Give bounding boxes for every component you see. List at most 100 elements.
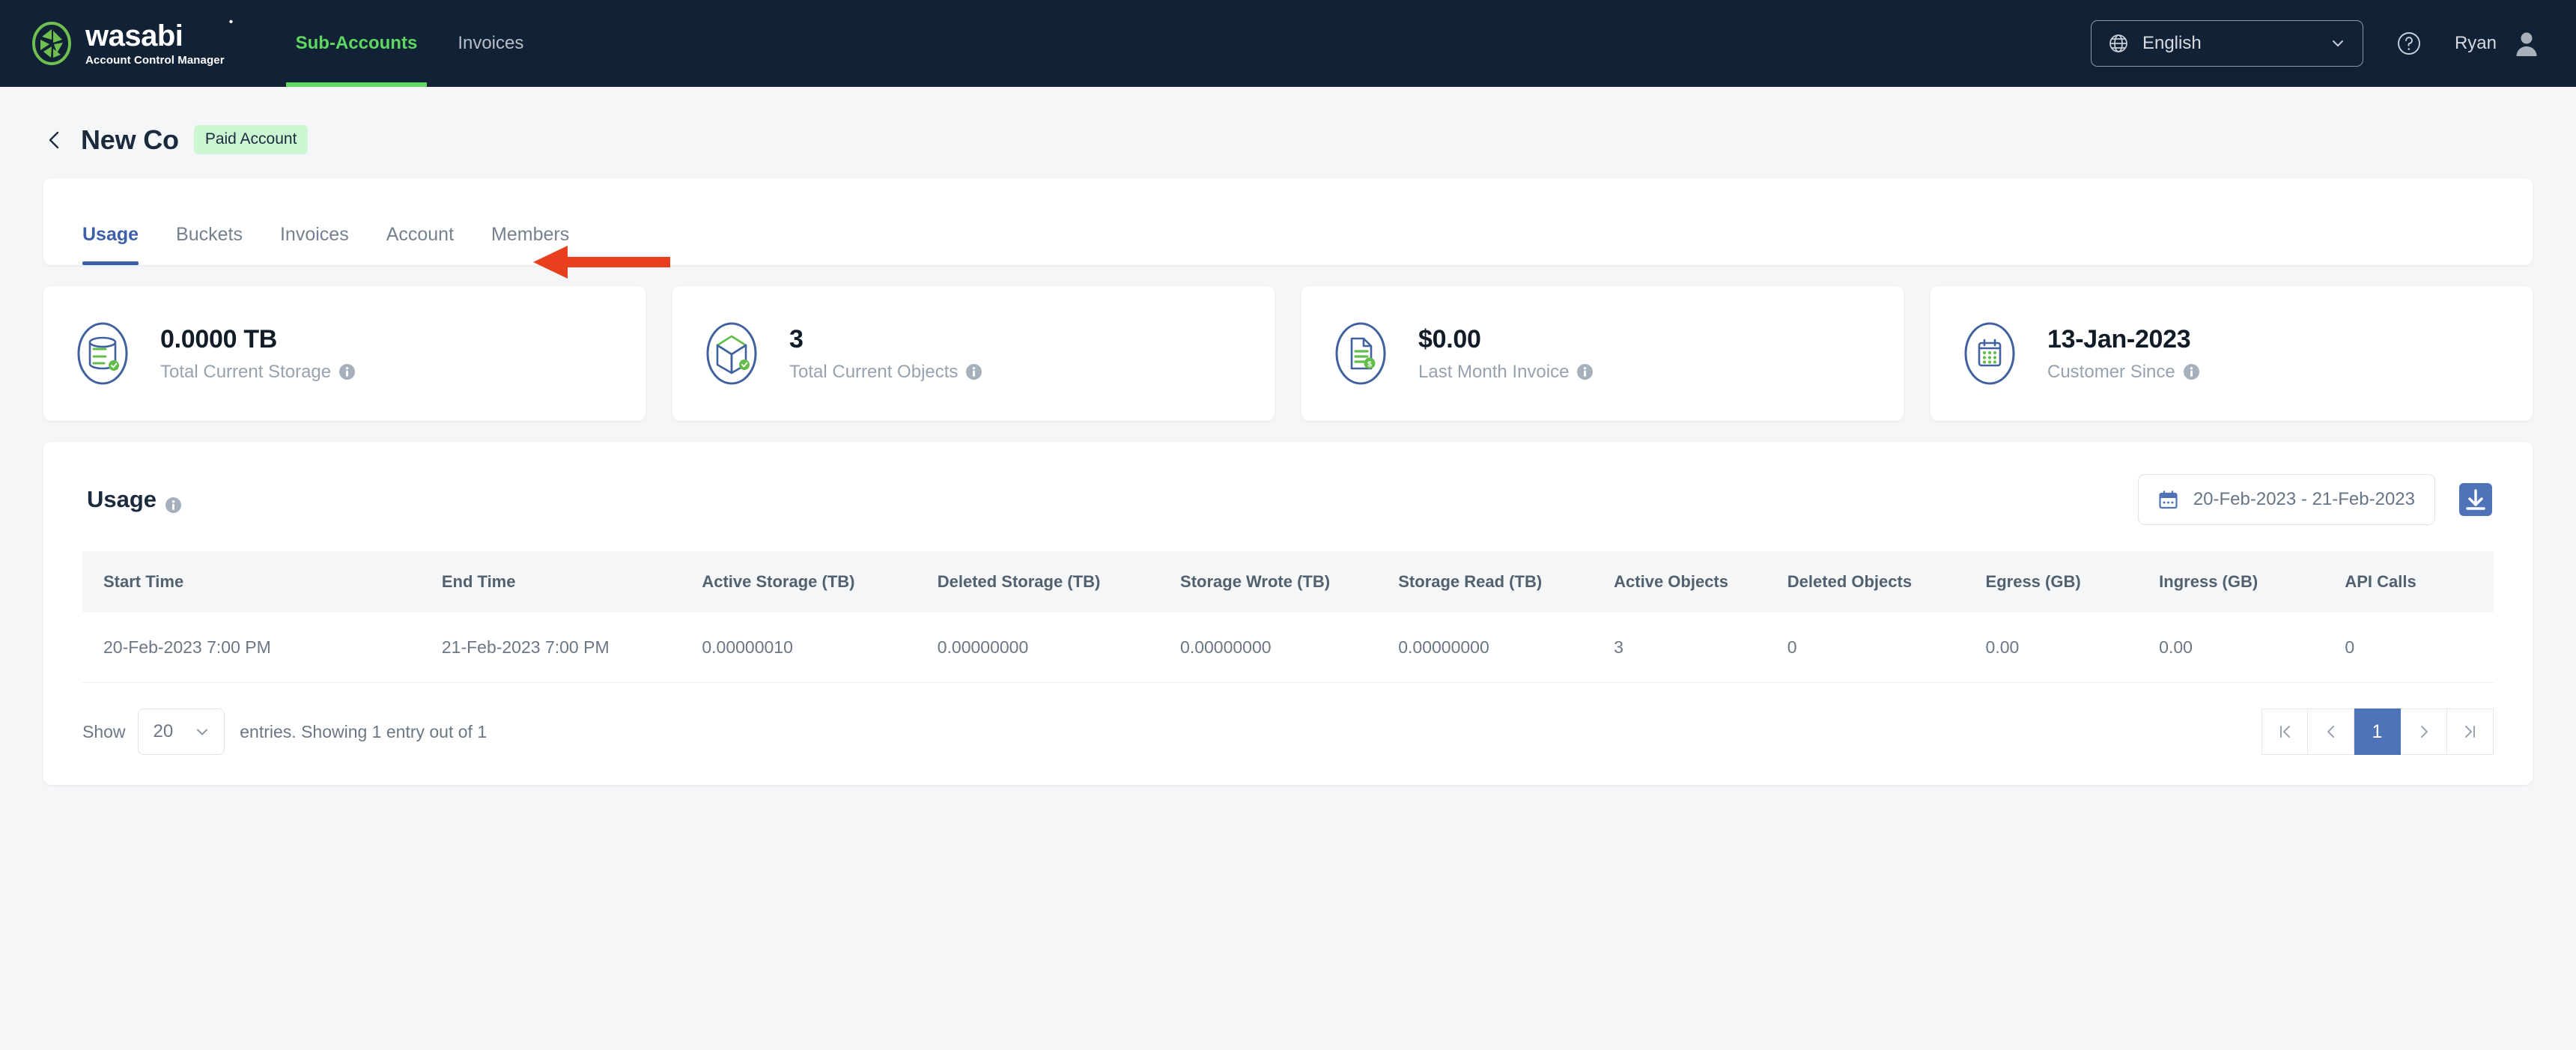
- summary-stat-cards: 0.0000 TB Total Current Storage 3 Total …: [43, 286, 2533, 421]
- cube-objects-icon: [699, 315, 764, 392]
- download-icon[interactable]: [2458, 482, 2494, 518]
- col-end-time: End Time: [441, 572, 516, 591]
- stat-value: 13-Jan-2023: [2047, 324, 2191, 353]
- col-api-calls: API Calls: [2345, 572, 2416, 591]
- info-icon[interactable]: [165, 492, 182, 513]
- info-icon[interactable]: [966, 364, 982, 380]
- cell-start-time: 20-Feb-2023 7:00 PM: [82, 613, 442, 683]
- stat-card-last-month-invoice: $ $0.00 Last Month Invoice: [1301, 286, 1904, 421]
- help-circle-icon[interactable]: [2396, 31, 2422, 56]
- language-value: English: [2142, 33, 2202, 53]
- col-deleted-objects: Deleted Objects: [1787, 572, 1913, 591]
- chevron-down-icon: [2330, 35, 2346, 52]
- usage-table: Start Time End Time Active Storage (TB) …: [82, 551, 2494, 683]
- table-body: 20-Feb-2023 7:00 PM 21-Feb-2023 7:00 PM …: [82, 613, 2494, 683]
- cell-deleted-storage: 0.00000000: [937, 613, 1181, 683]
- calendar-icon: [2158, 490, 2178, 510]
- col-active-objects: Active Objects: [1614, 572, 1728, 591]
- invoice-dollar-icon: $: [1328, 315, 1393, 392]
- usage-panel: Usage 20-Feb-2023 - 21-Feb-2023 Start Ti…: [43, 442, 2533, 785]
- col-egress: Egress (GB): [1985, 572, 2081, 591]
- usage-controls: 20-Feb-2023 - 21-Feb-2023: [2137, 474, 2494, 525]
- cell-storage-wrote: 0.00000000: [1180, 613, 1399, 683]
- tab-buckets[interactable]: Buckets: [176, 224, 243, 265]
- tab-members[interactable]: Members: [491, 224, 569, 265]
- tab-usage[interactable]: Usage: [82, 224, 139, 265]
- stat-card-customer-since: 13-Jan-2023 Customer Since: [1931, 286, 2533, 421]
- stat-card-total-current-objects: 3 Total Current Objects: [672, 286, 1275, 421]
- table-footer: Show 20 entries. Showing 1 entry out of …: [43, 683, 2533, 755]
- language-selector[interactable]: English: [2090, 20, 2363, 67]
- stat-label: Customer Since: [2047, 362, 2199, 383]
- col-start-time: Start Time: [103, 572, 184, 591]
- database-storage-icon: [70, 315, 135, 392]
- page-header: New Co Paid Account: [0, 87, 2576, 159]
- tab-account[interactable]: Account: [386, 224, 454, 265]
- stat-value: 0.0000 TB: [160, 324, 278, 353]
- status-badge-paid-account: Paid Account: [193, 125, 309, 154]
- first-page-icon[interactable]: [2261, 708, 2308, 755]
- top-navigation-bar: wasabi Account Control Manager Sub-Accou…: [0, 0, 2576, 87]
- info-icon[interactable]: [2183, 364, 2199, 380]
- primary-nav: Sub-Accounts Invoices: [276, 0, 544, 87]
- col-deleted-storage: Deleted Storage (TB): [937, 572, 1101, 591]
- page-number-1[interactable]: 1: [2354, 708, 2401, 755]
- page-size-value: 20: [153, 721, 174, 741]
- entries-summary: entries. Showing 1 entry out of 1: [240, 721, 487, 741]
- cell-deleted-objects: 0: [1787, 613, 1986, 683]
- topnav-right-group: English Ryan: [2090, 20, 2540, 67]
- page-size-select[interactable]: 20: [137, 708, 225, 755]
- show-label: Show: [82, 721, 126, 741]
- usage-panel-header: Usage 20-Feb-2023 - 21-Feb-2023: [43, 442, 2533, 525]
- stat-label-text: Total Current Objects: [789, 361, 959, 382]
- stat-value: 3: [789, 324, 804, 353]
- tabs-panel: Usage Buckets Invoices Account Members: [43, 178, 2533, 265]
- table-header-row: Start Time End Time Active Storage (TB) …: [82, 551, 2494, 613]
- last-page-icon[interactable]: [2447, 708, 2494, 755]
- brand-tagline: Account Control Manager: [85, 54, 225, 67]
- info-icon[interactable]: [339, 364, 356, 380]
- info-icon[interactable]: [1577, 364, 1594, 380]
- svg-text:$: $: [1367, 361, 1372, 369]
- stat-value: $0.00: [1418, 324, 1481, 353]
- chevron-down-icon: [194, 723, 210, 740]
- calendar-icon: [1957, 315, 2022, 392]
- usage-title-text: Usage: [87, 486, 157, 512]
- col-storage-wrote: Storage Wrote (TB): [1180, 572, 1331, 591]
- wasabi-leaf-logo-icon: [30, 22, 73, 65]
- cell-ingress: 0.00: [2159, 613, 2345, 683]
- table-head: Start Time End Time Active Storage (TB) …: [82, 551, 2494, 613]
- cell-active-objects: 3: [1614, 613, 1787, 683]
- nav-item-sub-accounts[interactable]: Sub-Accounts: [276, 0, 438, 87]
- user-name-label[interactable]: Ryan: [2455, 33, 2497, 54]
- tab-invoices[interactable]: Invoices: [280, 224, 349, 265]
- page-size-group: Show 20 entries. Showing 1 entry out of …: [82, 708, 487, 755]
- col-ingress: Ingress (GB): [2159, 572, 2258, 591]
- table-row[interactable]: 20-Feb-2023 7:00 PM 21-Feb-2023 7:00 PM …: [82, 613, 2494, 683]
- pagination: 1: [2261, 708, 2494, 755]
- prev-page-icon[interactable]: [2308, 708, 2354, 755]
- date-range-picker[interactable]: 20-Feb-2023 - 21-Feb-2023: [2137, 474, 2435, 525]
- tab-list: Usage Buckets Invoices Account Members: [43, 178, 2533, 265]
- col-active-storage: Active Storage (TB): [702, 572, 855, 591]
- brand-wordmark: wasabi: [85, 16, 232, 51]
- col-storage-read: Storage Read (TB): [1398, 572, 1543, 591]
- date-range-value: 20-Feb-2023 - 21-Feb-2023: [2193, 489, 2415, 509]
- cell-active-storage: 0.00000010: [702, 613, 938, 683]
- stat-label: Last Month Invoice: [1418, 361, 1594, 383]
- page-title: New Co: [81, 124, 179, 155]
- cell-end-time: 21-Feb-2023 7:00 PM: [441, 613, 702, 683]
- cell-egress: 0.00: [1985, 613, 2160, 683]
- chevron-left-icon[interactable]: [43, 129, 66, 151]
- stat-label: Total Current Storage: [160, 361, 356, 383]
- stat-label: Total Current Objects: [789, 362, 982, 383]
- globe-icon: [2108, 33, 2129, 54]
- stat-card-total-current-storage: 0.0000 TB Total Current Storage: [43, 286, 645, 421]
- nav-item-invoices[interactable]: Invoices: [437, 0, 544, 87]
- stat-label-text: Last Month Invoice: [1418, 361, 1570, 382]
- next-page-icon[interactable]: [2401, 708, 2447, 755]
- cell-storage-read: 0.00000000: [1398, 613, 1614, 683]
- stat-label-text: Total Current Storage: [160, 361, 332, 382]
- brand-logo[interactable]: wasabi Account Control Manager: [30, 16, 232, 67]
- user-avatar-icon[interactable]: [2513, 30, 2540, 57]
